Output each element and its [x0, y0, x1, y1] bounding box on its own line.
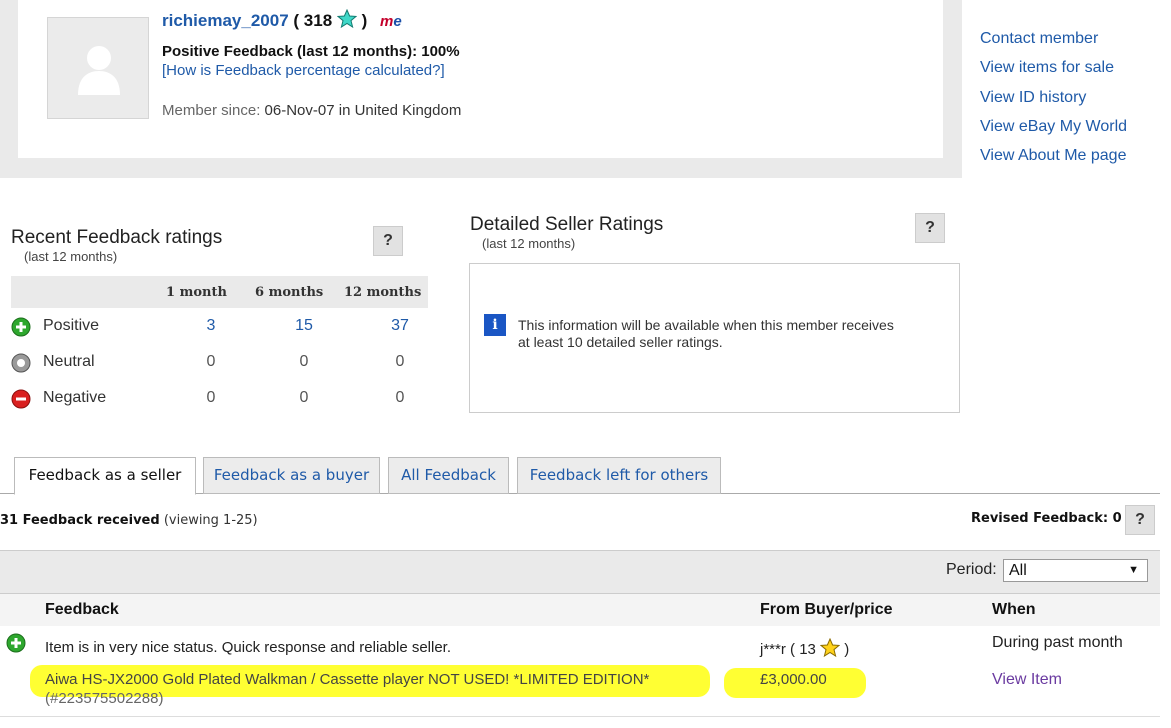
buyer-name[interactable]: j***r: [760, 641, 786, 658]
view-ebay-my-world-link[interactable]: View eBay My World: [980, 112, 1127, 141]
dsr-subtitle: (last 12 months): [482, 236, 576, 251]
feedback-score[interactable]: 318: [304, 11, 332, 30]
dropdown-arrow-icon: ▼: [1128, 564, 1139, 576]
feedback-when: During past month: [992, 634, 1123, 651]
buyer-info: j***r ( 13 ): [760, 637, 850, 658]
view-item-link[interactable]: View Item: [992, 671, 1062, 689]
score-open: (: [293, 11, 300, 30]
ratings-header: 1 month 6 months 12 months: [11, 276, 428, 308]
me-badge-e: e: [393, 13, 402, 30]
positive-6-months[interactable]: 15: [284, 317, 324, 335]
member-actions: Contact member View items for sale View …: [980, 24, 1127, 170]
table-header: [0, 594, 1160, 626]
period-value: All: [1009, 562, 1027, 579]
row-divider: [0, 716, 1160, 717]
item-price: £3,000.00: [760, 671, 827, 688]
negative-12-months: 0: [395, 389, 405, 406]
buyer-score-open: (: [790, 641, 796, 658]
rating-row-neutral: Neutral 0 0 0: [11, 345, 428, 381]
positive-12-months[interactable]: 37: [380, 317, 420, 335]
rating-label-negative: Negative: [43, 389, 107, 406]
contact-member-link[interactable]: Contact member: [980, 24, 1127, 53]
header-12-months: 12 months: [344, 285, 422, 300]
recent-ratings-subtitle: (last 12 months): [24, 249, 118, 264]
header-when: When: [992, 601, 1036, 618]
score-close: ): [361, 11, 368, 30]
dsr-message: This information will be available when …: [518, 317, 894, 350]
neutral-1-month: 0: [206, 353, 216, 370]
member-since-label: Member since:: [162, 102, 261, 119]
neutral-12-months: 0: [395, 353, 405, 370]
tab-all-feedback[interactable]: All Feedback: [388, 457, 509, 494]
period-select[interactable]: All ▼: [1003, 559, 1148, 582]
revised-feedback: Revised Feedback: 0: [971, 511, 1122, 526]
rating-label-neutral: Neutral: [43, 353, 95, 370]
recent-ratings-title: Recent Feedback ratings: [11, 227, 223, 248]
tab-feedback-as-buyer[interactable]: Feedback as a buyer: [203, 457, 380, 494]
turquoise-star-icon[interactable]: [336, 8, 358, 29]
tab-feedback-left-for-others[interactable]: Feedback left for others: [517, 457, 721, 494]
user-silhouette-icon: [78, 46, 120, 95]
period-label: Period:: [946, 561, 997, 578]
item-number: (#223575502288): [45, 690, 164, 707]
tab-feedback-as-seller[interactable]: Feedback as a seller: [14, 457, 196, 495]
me-badge-m: m: [380, 13, 394, 30]
feedback-count: 31 Feedback received: [0, 513, 160, 528]
positive-1-month[interactable]: 3: [191, 317, 231, 335]
recent-ratings-help-button[interactable]: ?: [373, 226, 403, 256]
feedback-calculation-link[interactable]: [How is Feedback percentage calculated?]: [162, 62, 445, 79]
info-icon: i: [484, 314, 506, 336]
rating-row-positive: Positive 3 15 37: [11, 309, 428, 345]
revised-feedback-help-button[interactable]: ?: [1125, 505, 1155, 535]
buyer-score-close: ): [844, 641, 850, 658]
negative-6-months: 0: [299, 389, 309, 406]
view-items-for-sale-link[interactable]: View items for sale: [980, 53, 1127, 82]
feedback-received-count: 31 Feedback received (viewing 1-25): [0, 513, 258, 528]
buyer-score[interactable]: 13: [799, 641, 816, 658]
member-since-value: 06-Nov-07 in United Kingdom: [264, 102, 462, 119]
view-about-me-link[interactable]: View About Me page: [980, 141, 1127, 170]
positive-plus-icon: [11, 317, 31, 337]
viewing-range: (viewing 1-25): [163, 513, 258, 528]
negative-minus-icon: [11, 389, 31, 409]
header-6-months: 6 months: [255, 285, 324, 300]
username-link[interactable]: richiemay_2007: [162, 11, 289, 30]
neutral-dot-icon: [11, 353, 31, 373]
dsr-help-button[interactable]: ?: [915, 213, 945, 243]
header-feedback: Feedback: [45, 601, 119, 618]
neutral-6-months: 0: [299, 353, 309, 370]
dsr-title: Detailed Seller Ratings: [470, 214, 664, 235]
yellow-star-icon[interactable]: [819, 637, 841, 658]
member-since: Member since: 06-Nov-07 in United Kingdo…: [162, 102, 461, 119]
header-1-month: 1 month: [166, 285, 227, 300]
profile-card: [18, 0, 943, 158]
header-from-buyer-price: From Buyer/price: [760, 601, 893, 618]
negative-1-month: 0: [206, 389, 216, 406]
username-row: richiemay_2007 ( 318 ) me: [162, 8, 402, 31]
positive-feedback-percentage: Positive Feedback (last 12 months): 100%: [162, 43, 460, 60]
avatar: [47, 17, 149, 119]
view-id-history-link[interactable]: View ID history: [980, 83, 1127, 112]
me-badge-icon[interactable]: me: [380, 13, 402, 30]
rating-row-negative: Negative 0 0 0: [11, 381, 428, 417]
item-title: Aiwa HS-JX2000 Gold Plated Walkman / Cas…: [45, 671, 650, 688]
rating-label-positive: Positive: [43, 317, 100, 334]
positive-plus-icon: [6, 633, 26, 653]
feedback-comment: Item is in very nice status. Quick respo…: [45, 639, 452, 656]
